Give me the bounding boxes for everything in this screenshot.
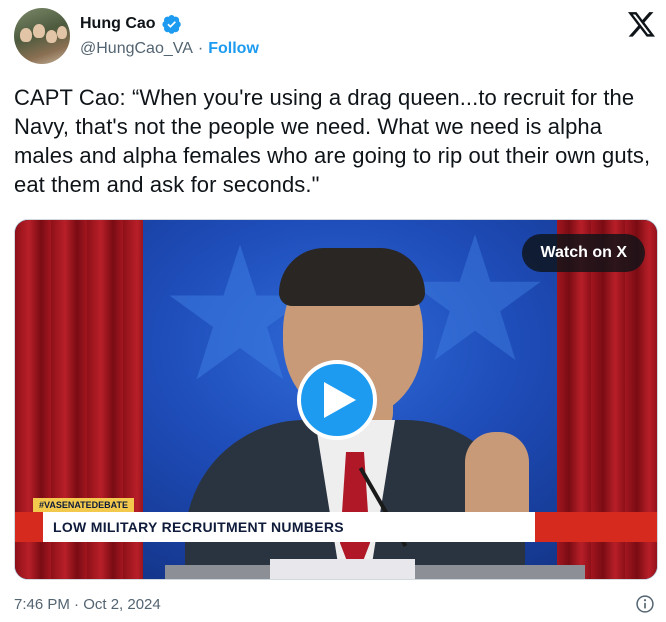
- lower-third-banner: LOW MILITARY RECRUITMENT NUMBERS: [15, 512, 657, 542]
- tweet-text: CAPT Cao: “When you're using a drag quee…: [14, 85, 651, 197]
- video-player[interactable]: Watch on X #VASENATEDEBATE LOW MILITARY …: [14, 219, 658, 580]
- author-name-row: Hung Cao: [80, 14, 182, 34]
- info-icon[interactable]: [635, 594, 655, 614]
- banner-text: LOW MILITARY RECRUITMENT NUMBERS: [53, 519, 344, 535]
- author-handle[interactable]: @HungCao_VA: [80, 40, 193, 58]
- separator-dot: ·: [197, 40, 204, 57]
- play-button[interactable]: [297, 360, 377, 440]
- x-logo-icon[interactable]: [628, 12, 656, 38]
- watch-on-x-button[interactable]: Watch on X: [522, 234, 645, 272]
- avatar[interactable]: [14, 8, 70, 64]
- author-name[interactable]: Hung Cao: [80, 15, 156, 33]
- play-icon: [324, 382, 356, 418]
- verified-badge-icon: [161, 15, 181, 34]
- tweet-header: Hung Cao @HungCao_VA · Follow: [14, 6, 658, 70]
- follow-button[interactable]: Follow: [208, 40, 259, 58]
- tweet-timestamp[interactable]: 7:46 PM · Oct 2, 2024: [14, 596, 161, 613]
- debate-hashtag: #VASENATEDEBATE: [33, 498, 135, 512]
- podium-top: [270, 559, 415, 579]
- author-handle-row: @HungCao_VA · Follow: [80, 40, 259, 58]
